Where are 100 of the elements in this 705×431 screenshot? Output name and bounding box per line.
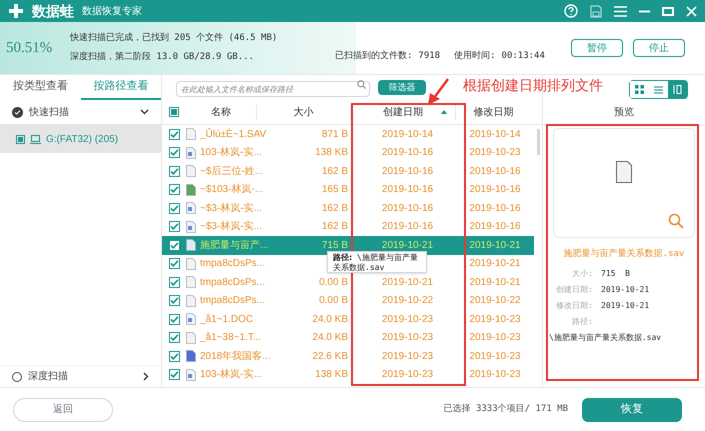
- checkbox[interactable]: [168, 128, 180, 140]
- file-name[interactable]: tmpa8cDsPs...: [198, 274, 280, 290]
- file-icon: [616, 161, 632, 183]
- preview-title: 预览: [613, 106, 635, 120]
- checkbox[interactable]: [168, 350, 180, 362]
- quick-scan-label: 快速扫描: [29, 106, 70, 120]
- file-name[interactable]: _å1~38~1.T...: [198, 330, 280, 346]
- deep-scan-row[interactable]: 深度扫描: [0, 365, 161, 387]
- checkbox[interactable]: [168, 258, 180, 270]
- modified-date: 2019-10-22: [469, 295, 521, 306]
- modified-date: 2019-10-23: [469, 369, 521, 380]
- file-size: 162 B: [322, 221, 348, 232]
- file-name[interactable]: _å1~1.DOC: [198, 312, 280, 327]
- file-icon: [186, 220, 196, 233]
- chevron-right-icon[interactable]: [143, 372, 149, 381]
- column-header[interactable]: 名称: [186, 104, 256, 120]
- arrow-annotation: [426, 78, 450, 106]
- checkbox[interactable]: [168, 184, 180, 196]
- created-date: 2019-10-23: [382, 369, 434, 380]
- zoom-icon[interactable]: [668, 213, 684, 229]
- file-name[interactable]: tmpa8cDsPs...: [198, 256, 280, 272]
- chevron-down-icon[interactable]: [140, 109, 149, 115]
- column-header[interactable]: 修改日期: [455, 104, 531, 120]
- detail-view-button[interactable]: [668, 81, 687, 98]
- detail-value: 2019-10-21: [601, 284, 650, 296]
- modified-date: 2019-10-21: [469, 258, 521, 270]
- file-name[interactable]: _Ûlú±È~1.SAV: [198, 126, 280, 142]
- file-icon: [186, 350, 196, 362]
- checkbox[interactable]: [168, 202, 180, 214]
- created-date: 2019-10-16: [382, 221, 434, 232]
- file-size: 24.0 KB: [312, 332, 348, 344]
- file-icon: [186, 313, 196, 326]
- modified-date: 2019-10-23: [469, 350, 521, 362]
- created-date: 2019-10-16: [382, 147, 434, 158]
- detail-label: 路径:: [571, 316, 593, 328]
- checkbox[interactable]: [168, 276, 180, 288]
- checkbox[interactable]: [168, 295, 180, 306]
- view-tab[interactable]: 按路径查看: [80, 75, 161, 100]
- file-name[interactable]: 施肥量与亩产...: [198, 238, 280, 253]
- column-header[interactable]: 大小: [256, 104, 350, 120]
- modified-date: 2019-10-14: [469, 128, 521, 140]
- modified-date: 2019-10-21: [469, 240, 521, 251]
- back-button[interactable]: 返回: [13, 398, 113, 422]
- detail-label: 大小:: [571, 268, 593, 280]
- created-date: 2019-10-23: [382, 332, 434, 344]
- file-name[interactable]: ~$3-林岚-实...: [198, 200, 280, 216]
- detail-path: \施肥量与亩产量关系数据.sav: [548, 332, 662, 344]
- app-name: 数据蛙: [32, 2, 74, 20]
- close-icon[interactable]: [686, 6, 697, 16]
- file-icon: [186, 165, 196, 178]
- menu-icon[interactable]: [614, 6, 627, 16]
- scan-control-button[interactable]: 停止: [633, 39, 685, 57]
- file-name[interactable]: ~$后三位-姓...: [198, 164, 280, 179]
- tree-item[interactable]: G:(FAT32) (205): [0, 125, 161, 153]
- checkbox[interactable]: [168, 369, 180, 380]
- file-name[interactable]: 103-林岚-实...: [198, 145, 280, 160]
- grid-icon: [635, 85, 644, 94]
- file-icon: [186, 146, 196, 159]
- preview-file-name: 施肥量与亩产量关系数据.sav: [562, 248, 686, 261]
- checkbox[interactable]: [168, 221, 180, 232]
- checkbox[interactable]: [168, 147, 180, 158]
- file-name[interactable]: ~$3-林岚-实...: [198, 219, 280, 234]
- found-label: 已扫描到的文件数:: [335, 50, 412, 64]
- scan-control-button[interactable]: 暂停: [571, 39, 623, 57]
- checkbox[interactable]: [168, 332, 180, 344]
- checkbox[interactable]: [168, 314, 180, 325]
- file-size: 138 KB: [315, 147, 348, 158]
- filter-button[interactable]: 筛选器: [378, 80, 426, 95]
- recover-button[interactable]: 恢复: [582, 398, 682, 422]
- created-date: 2019-10-16: [382, 202, 434, 214]
- selected-row-highlight[interactable]: [162, 236, 534, 254]
- tree-checkbox[interactable]: [16, 134, 25, 144]
- tooltip-text: 路径: \施肥量与亩产量关系数据.sav: [333, 253, 418, 272]
- created-date: 2019-10-22: [382, 295, 434, 306]
- modified-date: 2019-10-21: [469, 276, 521, 288]
- drive-icon: [30, 134, 41, 144]
- file-icon: [186, 294, 196, 307]
- list-icon: [654, 86, 663, 94]
- found-count: 7918: [418, 50, 440, 64]
- minimize-icon[interactable]: [639, 10, 650, 12]
- file-size: 165 B: [322, 184, 348, 196]
- file-name[interactable]: 2018年我国客...: [198, 348, 280, 364]
- maximize-icon[interactable]: [662, 6, 674, 16]
- file-name[interactable]: 103-林岚-实...: [198, 367, 280, 382]
- file-size: 24.0 KB: [312, 314, 348, 325]
- radio[interactable]: [12, 372, 22, 382]
- modified-date: 2019-10-16: [469, 184, 521, 196]
- file-name[interactable]: tmpa8cDsPs...: [198, 293, 280, 308]
- search-field[interactable]: 在此处输入文件名称或保存路径: [176, 81, 370, 97]
- save-icon[interactable]: [590, 4, 602, 18]
- scrollbar-thumb[interactable]: [536, 129, 540, 155]
- search-icon[interactable]: [357, 80, 366, 88]
- view-tab[interactable]: 按类型查看: [0, 75, 80, 100]
- select-all-checkbox[interactable]: [169, 107, 179, 117]
- file-name[interactable]: ~$103-林岚-...: [198, 182, 280, 198]
- file-icon: [186, 128, 196, 140]
- help-icon[interactable]: [564, 4, 578, 18]
- file-size: 138 KB: [315, 369, 348, 380]
- sort-ascending-icon: [441, 110, 447, 114]
- checkbox[interactable]: [168, 166, 180, 177]
